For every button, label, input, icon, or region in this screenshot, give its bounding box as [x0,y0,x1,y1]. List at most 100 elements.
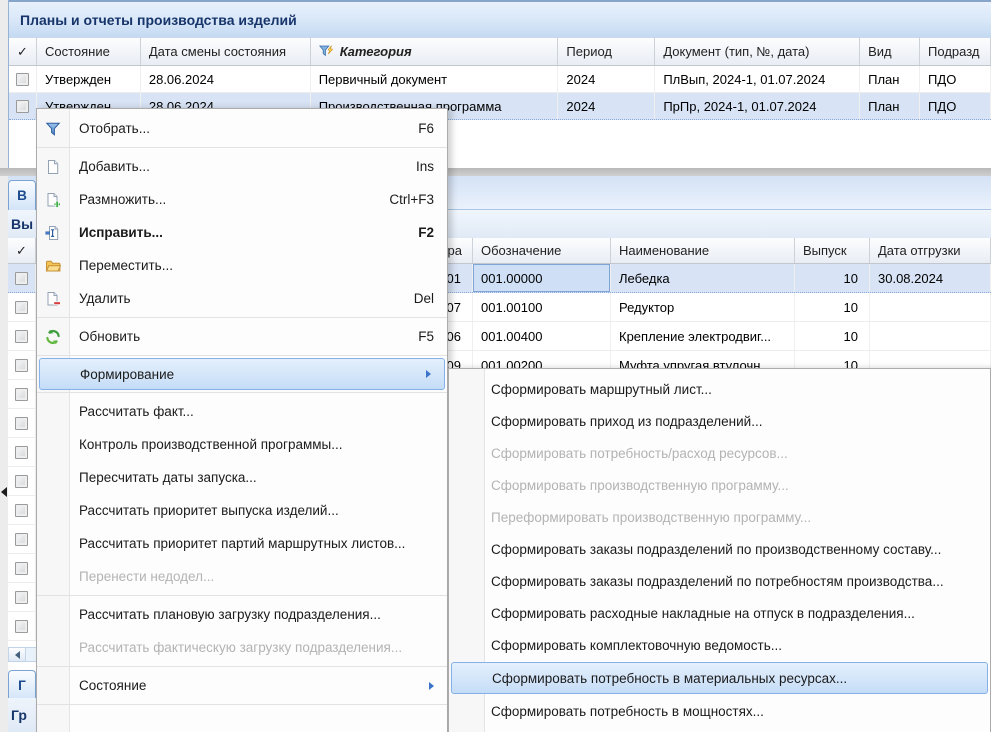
row-checkbox-cell [8,525,36,553]
page-plus-icon [45,192,61,208]
row-checkbox[interactable] [15,562,28,575]
column-header[interactable]: Категория [311,38,559,65]
menu-item-label: Сформировать заказы подразделений по пот… [491,574,944,589]
column-header[interactable]: Дата отгрузки [870,238,991,263]
row-checkbox[interactable] [16,73,29,86]
menu-separator [37,147,447,148]
row-checkbox[interactable] [15,533,28,546]
table-cell: 001.00100 [473,293,611,321]
select-all-header[interactable]: ✓ [9,38,37,65]
menu-item-label: Сформировать производственную программу.… [491,478,789,493]
menu-item-state[interactable]: Состояние [37,669,447,702]
splitter-collapse-icon[interactable] [1,487,7,497]
row-checkbox[interactable] [15,417,28,430]
menu-item-filter[interactable]: Отобрать...F6 [37,112,447,145]
menu-item-move[interactable]: Переместить... [37,249,447,282]
menu-item-label: Переформировать производственную програм… [491,510,811,525]
table-cell: План [860,93,920,119]
scroll-left-icon [15,651,20,659]
row-checkbox[interactable] [15,359,28,372]
menu-item-expense-invoices[interactable]: Сформировать расходные накладные на отпу… [449,597,990,629]
menu-item-add[interactable]: Добавить...Ins [37,150,447,183]
row-checkbox[interactable] [15,272,28,285]
menu-item-picking-list[interactable]: Сформировать комплектовочную ведомость..… [449,629,990,661]
menu-item-edit[interactable]: Исправить...F2 [37,216,447,249]
row-checkbox[interactable] [15,591,28,604]
row-checkbox-cell [9,93,37,119]
edit-icon [45,225,61,241]
column-header[interactable]: Выпуск [795,238,870,263]
menu-item-label: Отобрать... [79,121,150,136]
column-header[interactable]: Дата смены состояния [141,38,311,65]
menu-item-label: Сформировать маршрутный лист... [491,382,712,397]
column-header[interactable]: Период [558,38,655,65]
menu-item-capacity-demand[interactable]: Сформировать потребность в мощностях... [449,695,990,727]
tab-graph[interactable]: Г [8,670,36,700]
menu-item-calc-actual-load: Рассчитать фактическую загрузку подразде… [37,631,447,664]
menu-item-label: Сформировать комплектовочную ведомость..… [491,638,782,653]
column-header[interactable]: Обозначение [473,238,611,263]
menu-item-calc-product-priority[interactable]: Рассчитать приоритет выпуска изделий... [37,494,447,527]
menu-item-calc-fact[interactable]: Рассчитать факт... [37,395,447,428]
menu-item-label: Пересчитать даты запуска... [79,470,257,485]
table-cell: 28.06.2024 [141,66,311,92]
menu-item-refresh[interactable]: ОбновитьF5 [37,320,447,353]
scroll-left-button[interactable] [9,648,26,661]
row-checkbox[interactable] [15,504,28,517]
table-cell: ПрПр, 2024-1, 01.07.2024 [655,93,860,119]
menu-item-label: Обновить [79,329,140,344]
menu-separator [37,355,447,356]
menu-item-delete[interactable]: УдалитьDel [37,282,447,315]
row-checkbox[interactable] [16,100,29,113]
row-checkbox[interactable] [15,388,28,401]
row-checkbox[interactable] [15,446,28,459]
menu-item-calc-planned-load[interactable]: Рассчитать плановую загрузку подразделен… [37,598,447,631]
table-cell: 10 [795,264,870,292]
filter-icon [45,121,61,137]
select-all-header[interactable]: ✓ [8,238,36,263]
row-checkbox-cell [8,554,36,582]
column-header[interactable]: Подразд [920,38,991,65]
menu-item-incoming-from-departments[interactable]: Сформировать приход из подразделений... [449,405,990,437]
menu-item-orders-by-demand[interactable]: Сформировать заказы подразделений по пот… [449,565,990,597]
menu-item-shortcut: Ctrl+F3 [369,192,434,207]
row-checkbox[interactable] [15,620,28,633]
refresh-icon [45,329,61,345]
row-checkbox[interactable] [15,330,28,343]
table-cell: 10 [795,293,870,321]
table-row[interactable]: Утвержден28.06.2024Первичный документ202… [9,66,991,93]
menu-item-material-demand[interactable]: Сформировать потребность в материальных … [451,662,988,694]
menu-item-label: Сформировать потребность/расход ресурсов… [491,446,788,461]
table-cell: Утвержден [37,66,141,92]
table-cell: 30.08.2024 [870,264,991,292]
menu-item-recalc-launch-dates[interactable]: Пересчитать даты запуска... [37,461,447,494]
menu-item-reform-production-program: Переформировать производственную програм… [449,501,990,533]
menu-item-calc-route-priority[interactable]: Рассчитать приоритет партий маршрутных л… [37,527,447,560]
tab-products[interactable]: В [8,180,36,210]
plans-table-header: ✓СостояниеДата смены состоянияКатегорияП… [9,38,991,66]
menu-item-label: Перенести недодел... [79,569,214,584]
row-checkbox-cell [8,467,36,495]
row-checkbox[interactable] [15,475,28,488]
column-header[interactable]: Вид [860,38,920,65]
menu-item-label: Исправить... [79,225,163,240]
menu-item-formation[interactable]: Формирование [39,358,445,390]
table-cell: 001.00400 [473,322,611,350]
menu-item-orders-by-structure[interactable]: Сформировать заказы подразделений по про… [449,533,990,565]
menu-item-duplicate[interactable]: Размножить...Ctrl+F3 [37,183,447,216]
menu-separator [37,392,447,393]
submenu-arrow-icon [426,370,431,378]
menu-item-label: Сформировать потребность в материальных … [492,671,847,686]
context-menu: Отобрать...F6 Добавить...InsРазмножить...… [36,108,448,732]
row-checkbox-cell [8,293,36,321]
menu-item-control-program[interactable]: Контроль производственной программы... [37,428,447,461]
menu-item-transfer-backlog: Перенести недодел... [37,560,447,593]
app-window: Планы и отчеты производства изделий ✓Сос… [0,0,991,732]
menu-item-route-sheet[interactable]: Сформировать маршрутный лист... [449,373,990,405]
column-header[interactable]: Наименование [611,238,795,263]
menu-item-label: Сформировать приход из подразделений... [491,414,762,429]
row-checkbox-cell [8,612,36,640]
column-header[interactable]: Состояние [37,38,141,65]
column-header[interactable]: Документ (тип, №, дата) [655,38,860,65]
row-checkbox[interactable] [15,301,28,314]
